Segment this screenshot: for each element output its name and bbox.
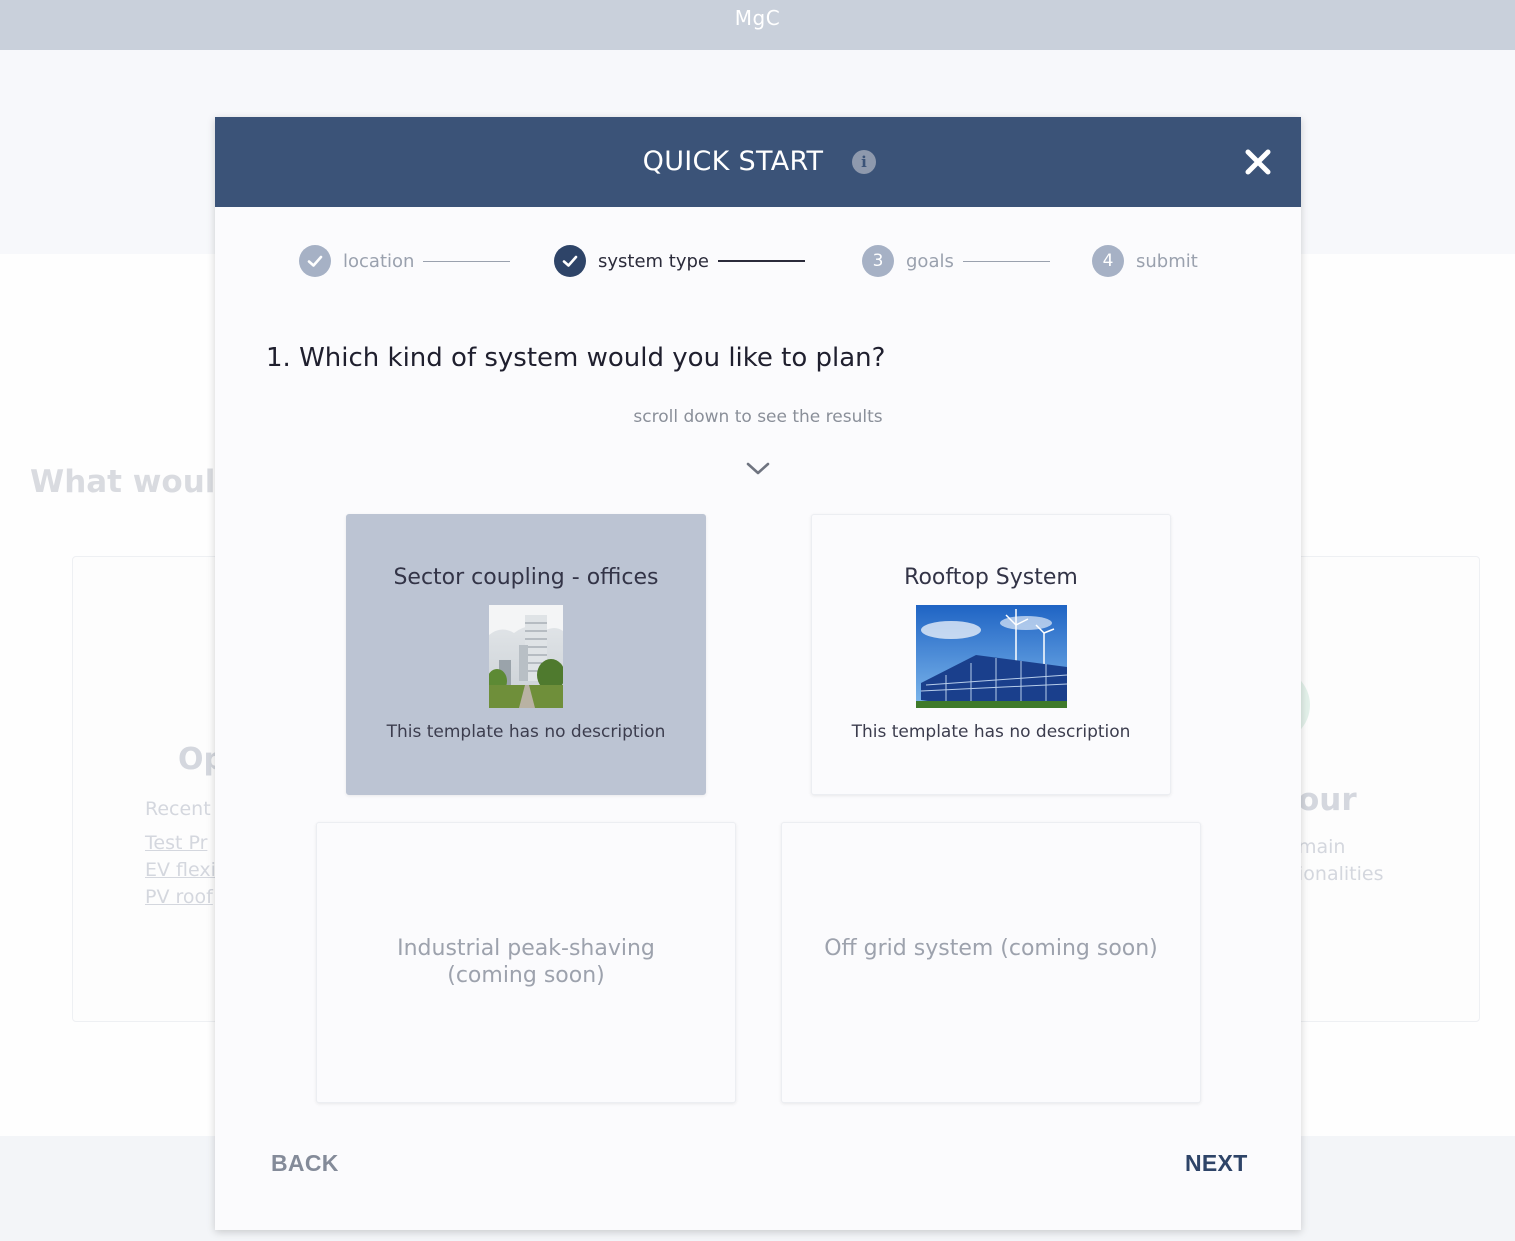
top-bar: MgC	[0, 0, 1515, 50]
question-heading: 1. Which kind of system would you like t…	[266, 343, 886, 373]
step-connector	[718, 260, 806, 262]
template-title: Sector coupling - offices	[393, 565, 659, 590]
step-label: submit	[1136, 250, 1198, 272]
template-card-sector-coupling[interactable]: Sector coupling - offices This template …	[346, 514, 706, 795]
back-button[interactable]: BACK	[271, 1150, 339, 1177]
template-card-industrial-peak-shaving: Industrial peak-shaving (coming soon)	[316, 822, 736, 1103]
template-description: This template has no description	[851, 722, 1131, 742]
next-button[interactable]: NEXT	[1185, 1150, 1248, 1177]
solar-panels-image	[916, 605, 1067, 708]
step-system-type[interactable]: system type	[554, 245, 806, 277]
app-name: MgC	[734, 6, 781, 30]
background-project-link: Test Pr	[145, 832, 208, 854]
background-tour-text: ionalities	[1298, 863, 1384, 885]
step-goals[interactable]: 3 goals	[862, 245, 1050, 277]
chevron-down-icon[interactable]	[745, 461, 771, 477]
step-number: 4	[1092, 245, 1124, 277]
step-location[interactable]: location	[299, 245, 511, 277]
check-icon	[299, 245, 331, 277]
template-title: Off grid system (coming soon)	[824, 936, 1158, 961]
step-submit[interactable]: 4 submit	[1092, 245, 1198, 277]
office-tower-image	[489, 605, 563, 708]
template-card-off-grid-system: Off grid system (coming soon)	[781, 822, 1201, 1103]
background-tour-title: our	[1298, 782, 1357, 818]
scroll-hint: scroll down to see the results	[633, 407, 883, 427]
background-project-link: PV roof	[145, 886, 213, 908]
background-project-link: EV flexi	[145, 859, 216, 881]
template-description: This template has no description	[386, 722, 666, 742]
quick-start-modal: QUICK START i location system type 3 goa…	[215, 117, 1301, 1230]
template-title: Industrial peak-shaving (coming soon)	[397, 936, 655, 988]
background-tour-text: main	[1298, 836, 1346, 858]
close-icon[interactable]	[1243, 147, 1273, 177]
info-icon[interactable]: i	[852, 150, 876, 174]
modal-header: QUICK START i	[215, 117, 1301, 207]
background-heading: What would	[30, 464, 238, 500]
template-title: Rooftop System	[904, 565, 1078, 590]
step-connector	[962, 260, 1050, 262]
background-recent-label: Recent	[145, 798, 211, 820]
step-connector	[423, 260, 511, 262]
step-label: location	[343, 250, 415, 272]
step-label: system type	[598, 250, 710, 272]
modal-title: QUICK START	[642, 146, 824, 177]
step-number: 3	[862, 245, 894, 277]
template-card-rooftop-system[interactable]: Rooftop System This template has no desc…	[811, 514, 1171, 795]
step-label: goals	[906, 250, 954, 272]
check-icon	[554, 245, 586, 277]
